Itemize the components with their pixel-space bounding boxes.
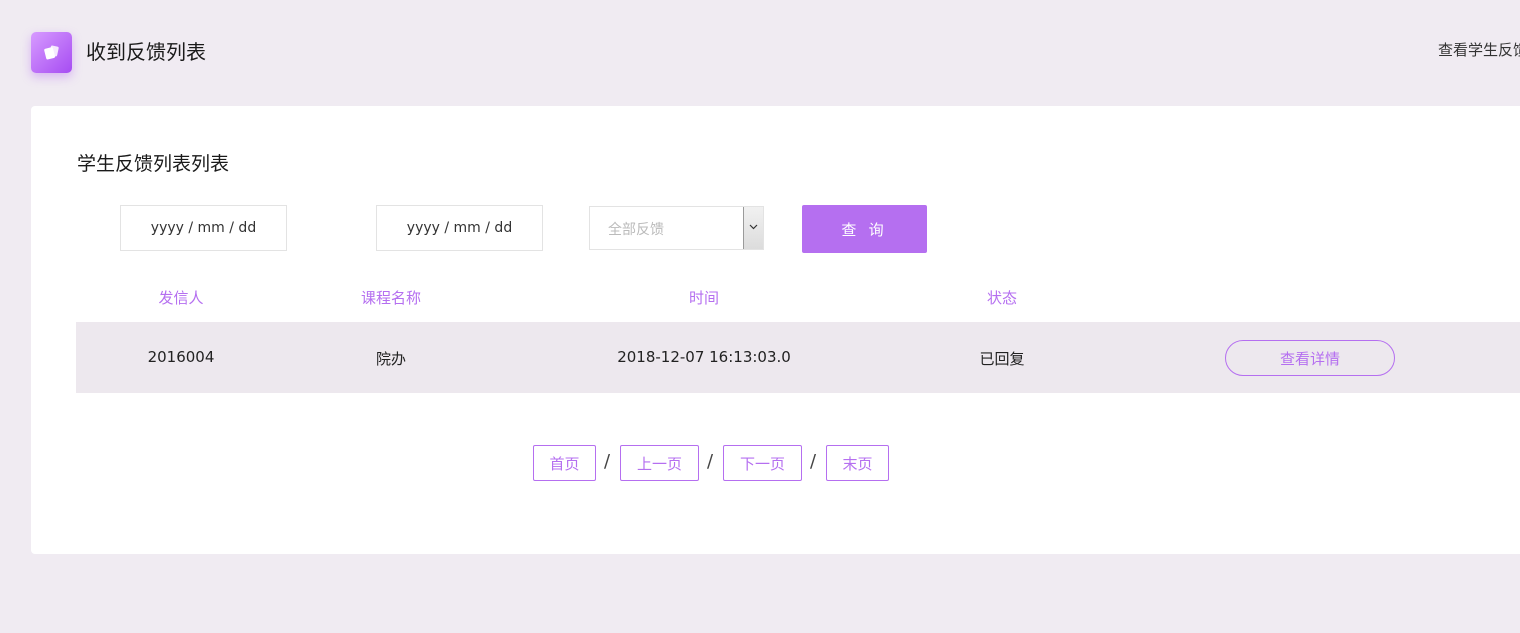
cell-status: 已回复 bbox=[979, 350, 1025, 368]
select-arrow-button[interactable] bbox=[743, 207, 763, 249]
chevron-down-icon bbox=[749, 224, 758, 230]
cell-sender: 2016004 bbox=[147, 348, 215, 366]
feedback-status-select[interactable]: 全部反馈 bbox=[589, 206, 764, 250]
feedback-card: 学生反馈列表列表 全部反馈 查 询 发信人 课程名称 时间 状态 2016004… bbox=[31, 106, 1520, 554]
pagination-separator: / bbox=[707, 451, 714, 472]
column-header-status: 状态 bbox=[986, 289, 1018, 307]
view-details-button[interactable]: 查看详情 bbox=[1225, 340, 1395, 376]
date-from-input[interactable] bbox=[120, 205, 287, 251]
column-header-time: 时间 bbox=[688, 289, 720, 307]
next-page-button[interactable]: 下一页 bbox=[723, 445, 802, 481]
pagination-separator: / bbox=[604, 451, 611, 472]
page-title: 收到反馈列表 bbox=[86, 40, 206, 64]
cell-course: 院办 bbox=[375, 350, 407, 368]
section-title: 学生反馈列表列表 bbox=[77, 153, 230, 175]
prev-page-button[interactable]: 上一页 bbox=[620, 445, 699, 481]
app-logo bbox=[31, 32, 72, 73]
last-page-button[interactable]: 末页 bbox=[826, 445, 889, 481]
first-page-button[interactable]: 首页 bbox=[533, 445, 596, 481]
column-header-course: 课程名称 bbox=[360, 289, 422, 307]
pagination-separator: / bbox=[810, 451, 817, 472]
feedback-cards-icon bbox=[44, 45, 59, 60]
page: 收到反馈列表 查看学生反馈 学生反馈列表列表 全部反馈 查 询 发信人 课程名称… bbox=[0, 0, 1520, 633]
view-student-feedback-link[interactable]: 查看学生反馈 bbox=[1438, 40, 1520, 60]
select-value: 全部反馈 bbox=[608, 222, 664, 238]
column-header-sender: 发信人 bbox=[158, 289, 204, 307]
cell-time: 2018-12-07 16:13:03.0 bbox=[617, 348, 791, 366]
date-to-input[interactable] bbox=[376, 205, 543, 251]
query-button[interactable]: 查 询 bbox=[802, 205, 927, 253]
